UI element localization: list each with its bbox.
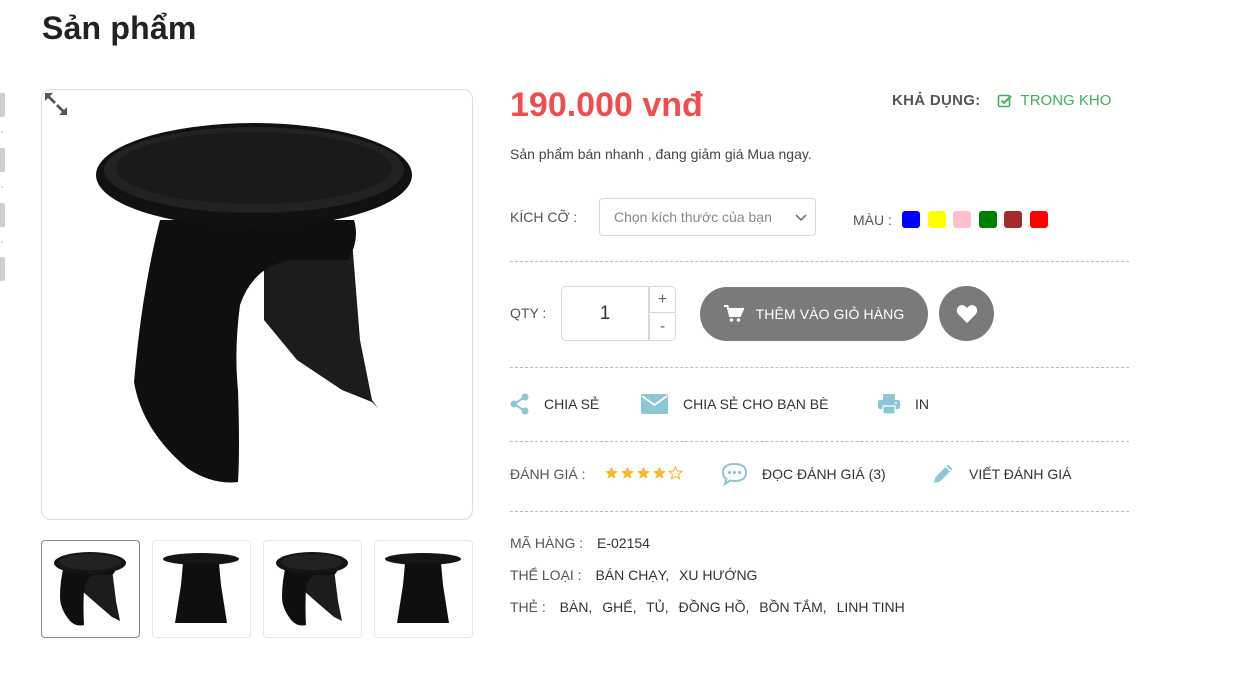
side-dot — [1, 131, 3, 133]
category-row: THỂ LOẠI : BÁN CHẠY, XU HƯỚNG — [510, 567, 763, 583]
envelope-icon — [641, 394, 668, 414]
add-to-cart-button[interactable]: THÊM VÀO GIỎ HÀNG — [700, 287, 928, 341]
share-icon — [510, 393, 529, 415]
tag-link[interactable]: LINH TINH — [837, 599, 905, 615]
thumbnail-1[interactable] — [41, 540, 140, 638]
color-swatch[interactable] — [979, 211, 997, 228]
rating-stars — [604, 466, 683, 480]
category-label: THỂ LOẠI : — [510, 567, 582, 583]
qty-input[interactable]: 1 — [561, 286, 649, 341]
divider — [510, 511, 1129, 512]
side-tab[interactable] — [0, 148, 5, 172]
qty-increment-button[interactable]: + — [649, 286, 676, 313]
size-label: KÍCH CỠ : — [510, 209, 578, 225]
star-filled-icon — [621, 466, 634, 479]
thumbnail-4[interactable] — [374, 540, 473, 638]
color-label: MÀU : — [853, 212, 892, 228]
side-dot — [1, 186, 3, 188]
qty-label: QTY : — [510, 305, 547, 321]
size-select[interactable]: Chọn kích thước của bạn — [599, 198, 816, 236]
availability-value: TRONG KHO — [1020, 92, 1112, 109]
availability-label: KHẢ DỤNG: — [892, 92, 981, 109]
page-title: Sản phẩm — [42, 10, 197, 46]
size-select-value: Chọn kích thước của bạn — [614, 209, 772, 225]
side-tab[interactable] — [0, 93, 5, 117]
print-label: IN — [915, 396, 929, 412]
thumbnail-2[interactable] — [152, 540, 251, 638]
category-link[interactable]: XU HƯỚNG — [679, 567, 757, 583]
star-empty-icon — [668, 466, 683, 480]
cart-icon — [723, 305, 744, 322]
product-price: 190.000 vnđ — [510, 86, 703, 124]
category-link[interactable]: BÁN CHẠY, — [595, 567, 669, 583]
read-reviews-label: ĐỌC ĐÁNH GIÁ (3) — [762, 466, 886, 482]
share-label: CHIA SẺ — [544, 396, 600, 412]
share-friends-label: CHIA SẺ CHO BẠN BÈ — [683, 396, 829, 412]
qty-decrement-button[interactable]: - — [649, 314, 676, 341]
star-filled-icon — [605, 466, 618, 479]
table-illustration — [96, 123, 412, 483]
side-tab[interactable] — [0, 257, 5, 281]
heart-icon — [956, 304, 977, 323]
color-swatch[interactable] — [1030, 211, 1048, 228]
tags-row: THẺ : BÀN, GHẾ, TỦ, ĐỒNG HỒ, BỒN TẮM, LI… — [510, 599, 911, 615]
check-square-icon — [997, 94, 1012, 107]
expand-icon[interactable] — [42, 90, 70, 118]
pencil-icon — [934, 464, 953, 483]
print-link[interactable]: IN — [877, 392, 929, 416]
availability: KHẢ DỤNG: TRONG KHO — [892, 92, 1111, 109]
write-review-link[interactable]: VIẾT ĐÁNH GIÁ — [931, 461, 1071, 487]
product-description: Sản phẩm bán nhanh , đang giảm giá Mua n… — [510, 146, 812, 162]
divider — [510, 261, 1129, 262]
thumbnail-image — [54, 552, 126, 626]
wishlist-button[interactable] — [939, 286, 994, 341]
side-tab[interactable] — [0, 203, 5, 227]
tag-link[interactable]: TỦ, — [646, 599, 669, 615]
rating-label: ĐÁNH GIÁ : — [510, 466, 586, 482]
read-reviews-link[interactable]: ĐỌC ĐÁNH GIÁ (3) — [721, 461, 886, 487]
divider — [510, 441, 1129, 442]
thumbnail-image — [385, 553, 461, 623]
star-filled-icon — [653, 466, 666, 479]
tag-link[interactable]: BỒN TẮM, — [759, 599, 826, 615]
chevron-down-icon — [795, 214, 807, 222]
share-friends-link[interactable]: CHIA SẺ CHO BẠN BÈ — [641, 392, 828, 416]
thumbnail-image — [276, 552, 348, 626]
share-link[interactable]: CHIA SẺ — [510, 392, 599, 416]
printer-icon — [878, 394, 900, 415]
main-product-image[interactable] — [41, 89, 473, 520]
color-swatch[interactable] — [902, 211, 920, 228]
thumbnail-3[interactable] — [263, 540, 362, 638]
thumbnail-image — [163, 553, 239, 623]
side-dot — [1, 241, 3, 243]
color-swatch[interactable] — [928, 211, 946, 228]
star-filled-icon — [637, 466, 650, 479]
sku-value: E-02154 — [597, 535, 650, 551]
write-review-label: VIẾT ĐÁNH GIÁ — [969, 466, 1072, 482]
divider — [510, 367, 1129, 368]
sku-row: MÃ HÀNG : E-02154 — [510, 535, 650, 551]
tag-link[interactable]: BÀN, — [560, 599, 593, 615]
tags-label: THẺ : — [510, 599, 546, 615]
color-swatch[interactable] — [1004, 211, 1022, 228]
add-to-cart-label: THÊM VÀO GIỎ HÀNG — [755, 306, 905, 322]
comment-icon — [721, 462, 748, 486]
tag-link[interactable]: GHẾ, — [602, 599, 636, 615]
color-swatch[interactable] — [953, 211, 971, 228]
tag-link[interactable]: ĐỒNG HỒ, — [679, 599, 750, 615]
sku-label: MÃ HÀNG : — [510, 535, 584, 551]
